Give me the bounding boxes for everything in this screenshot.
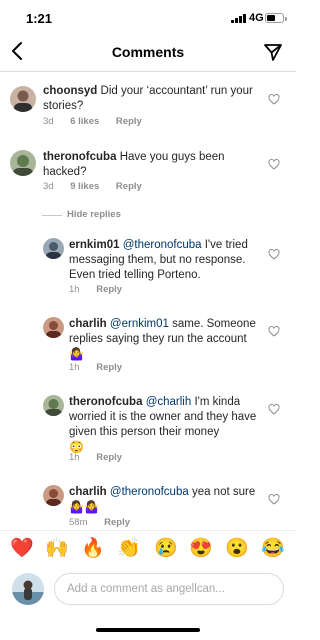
reply-item: theronofcuba @charlih I'm kinda worried … (0, 395, 296, 465)
heart-icon[interactable] (268, 94, 280, 105)
heart-icon[interactable] (268, 249, 280, 260)
heart-eyes-emoji-button[interactable]: 😍 (189, 537, 213, 561)
avatar[interactable] (43, 485, 64, 506)
comment-username[interactable]: charlih (69, 318, 107, 330)
hide-replies-label: Hide replies (67, 209, 121, 220)
comment-input[interactable] (54, 573, 284, 605)
comment-username[interactable]: ernkim01 (69, 239, 120, 251)
avatar[interactable] (10, 86, 36, 112)
avatar[interactable] (43, 238, 64, 259)
status-time: 1:21 (26, 11, 53, 26)
comment-likes[interactable]: 6 likes (70, 116, 99, 127)
comment-username[interactable]: theronofcuba (43, 151, 116, 163)
comment-time: 3d (43, 116, 54, 127)
shrug-emoji: 🤷‍♀️ (69, 347, 84, 361)
divider (42, 215, 62, 216)
network-type: 4G (249, 12, 264, 24)
reply-item: charlih @ernkim01 same. Someone replies … (0, 317, 296, 377)
comment-composer (0, 568, 296, 612)
comment-meta: 58m Reply (69, 517, 144, 528)
comment-meta: 3d 9 likes Reply (43, 181, 156, 192)
reply-button[interactable]: Reply (96, 452, 122, 463)
raising-hands-emoji-button[interactable]: 🙌 (45, 537, 69, 561)
page-title: Comments (111, 44, 185, 60)
comment-username[interactable]: theronofcuba (69, 396, 142, 408)
avatar[interactable] (43, 395, 64, 416)
heart-icon[interactable] (268, 404, 280, 415)
comment-body: yea not sure (191, 486, 256, 498)
avatar[interactable] (10, 150, 36, 176)
comment-time: 1h (69, 452, 80, 463)
comment-text: theronofcuba Have you guys been hacked? (43, 150, 255, 180)
current-user-avatar (12, 573, 44, 605)
mention-link[interactable]: @ernkim01 (110, 318, 169, 330)
reply-button[interactable]: Reply (96, 284, 122, 295)
heart-icon[interactable] (268, 494, 280, 505)
comment-username[interactable]: charlih (69, 486, 107, 498)
comment-meta: 1h Reply (69, 452, 136, 463)
fire-emoji-button[interactable]: 🔥 (81, 537, 105, 561)
reply-button[interactable]: Reply (104, 517, 130, 528)
comment-text: charlih @ernkim01 same. Someone replies … (69, 317, 265, 363)
clapping-hands-emoji-button[interactable]: 👏 (117, 537, 141, 561)
comment-text: ernkim01 @theronofcuba I've tried messag… (69, 238, 259, 283)
reply-button[interactable]: Reply (116, 181, 142, 192)
surprised-face-emoji-button[interactable]: 😮 (225, 537, 249, 561)
crying-face-emoji-button[interactable]: 😢 (154, 537, 178, 561)
mention-link[interactable]: @charlih (146, 396, 192, 408)
comment-meta: 1h Reply (69, 362, 136, 373)
tears-of-joy-emoji-button[interactable]: 😂 (261, 537, 285, 561)
comment-time: 58m (69, 517, 88, 528)
red-heart-emoji-button[interactable]: ❤️ (10, 537, 34, 561)
signal-icon (231, 14, 246, 23)
reply-button[interactable]: Reply (96, 362, 122, 373)
comment-text: choonsyd Did your ‘accountant’ run your … (43, 84, 255, 114)
paper-plane-icon[interactable] (263, 42, 283, 62)
reply-item: charlih @theronofcuba yea not sure 🤷‍♀️🤷… (0, 485, 296, 530)
reply-item: ernkim01 @theronofcuba I've tried messag… (0, 238, 296, 298)
status-bar: 1:21 4G (0, 0, 296, 34)
mention-link[interactable]: @theronofcuba (110, 486, 189, 498)
comment-meta: 3d 6 likes Reply (43, 116, 156, 127)
comment-meta: 1h Reply (69, 284, 136, 295)
comment-time: 1h (69, 284, 80, 295)
comment-time: 1h (69, 362, 80, 373)
comment-username[interactable]: choonsyd (43, 85, 97, 97)
battery-icon (265, 13, 287, 23)
comment-time: 3d (43, 181, 54, 192)
home-indicator (96, 628, 200, 632)
comment-text: theronofcuba @charlih I'm kinda worried … (69, 395, 259, 456)
heart-icon[interactable] (268, 326, 280, 337)
comment-item: choonsyd Did your ‘accountant’ run your … (0, 84, 296, 130)
avatar[interactable] (43, 317, 64, 338)
header: Comments (0, 34, 296, 72)
reply-button[interactable]: Reply (116, 116, 142, 127)
heart-icon[interactable] (268, 159, 280, 170)
mention-link[interactable]: @theronofcuba (123, 239, 202, 251)
comment-item: theronofcuba Have you guys been hacked? … (0, 150, 296, 196)
emoji-quick-bar: ❤️ 🙌 🔥 👏 😢 😍 😮 😂 (0, 530, 296, 568)
comment-text: charlih @theronofcuba yea not sure 🤷‍♀️🤷… (69, 485, 259, 516)
shrug-emoji: 🤷‍♀️🤷‍♀️ (69, 500, 99, 514)
comment-likes[interactable]: 9 likes (70, 181, 99, 192)
